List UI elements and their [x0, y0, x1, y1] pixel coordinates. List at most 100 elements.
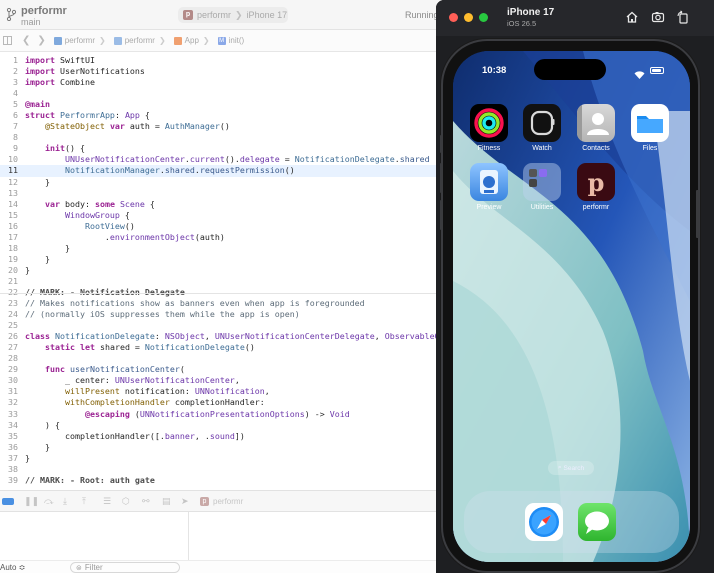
- device-name: iPhone 17: [507, 7, 555, 18]
- keyword: import: [25, 55, 55, 65]
- keyword: let: [79, 342, 95, 353]
- line-number: 1: [13, 55, 18, 65]
- breadcrumb-folder[interactable]: performr: [113, 36, 155, 45]
- line-number: 16: [8, 220, 18, 231]
- breadcrumb-label: init(): [228, 36, 245, 45]
- app-fitness[interactable]: Fitness: [470, 104, 508, 152]
- app-watch[interactable]: Watch: [523, 104, 561, 152]
- method-icon: M: [217, 36, 226, 45]
- property: shared: [164, 165, 195, 176]
- type-name: PerformrApp: [59, 110, 115, 121]
- scheme-selector[interactable]: p performr ❯ iPhone 17: [178, 7, 288, 23]
- environment-icon[interactable]: ⚯: [142, 497, 151, 506]
- close-button[interactable]: [449, 13, 458, 22]
- breadcrumb-file[interactable]: App: [173, 36, 199, 45]
- filter-input[interactable]: ⊜ Filter: [70, 562, 180, 573]
- volume-up-button[interactable]: [440, 163, 443, 193]
- variables-scope-select[interactable]: Auto ≎: [0, 563, 25, 572]
- home-search-button[interactable]: ⌕ Search: [548, 461, 594, 475]
- debug-target[interactable]: p performr: [200, 497, 243, 506]
- action-button[interactable]: [440, 135, 443, 153]
- fitness-icon: [470, 104, 508, 142]
- breadcrumb-project[interactable]: performr: [53, 36, 96, 45]
- step-over-icon[interactable]: ⤼: [44, 497, 54, 506]
- line-number: 10: [8, 154, 18, 165]
- punct: (: [179, 364, 185, 375]
- app-performr[interactable]: p performr: [577, 163, 615, 211]
- keyword: var: [44, 198, 60, 209]
- memory-graph-icon[interactable]: ⬡: [122, 497, 131, 506]
- line-number: 26: [8, 331, 18, 342]
- line-number: 3: [13, 77, 18, 88]
- code-text: init() {: [25, 143, 85, 154]
- view-hierarchy-icon[interactable]: ☰: [103, 497, 112, 506]
- keyword: struct: [25, 110, 55, 121]
- dock: [464, 491, 679, 553]
- code-text: class NotificationDelegate: NSObject, UN…: [25, 331, 455, 342]
- app-files[interactable]: Files: [631, 104, 669, 152]
- app-label: Fitness: [477, 145, 501, 152]
- keyword: var: [109, 121, 125, 132]
- back-arrow-icon[interactable]: ❮: [22, 35, 30, 46]
- related-items-icon[interactable]: [3, 36, 12, 45]
- app-utilities-folder[interactable]: Utilities: [523, 163, 561, 211]
- performr-app-icon: p: [577, 163, 615, 201]
- app-label: Preview: [476, 204, 502, 211]
- app-label: Files: [642, 145, 658, 152]
- code-text: withCompletionHandler completionHandler:: [25, 397, 265, 408]
- screenshot-icon[interactable]: [651, 10, 665, 24]
- filter-placeholder: Filter: [84, 563, 103, 572]
- utilities-folder-icon: [523, 163, 561, 201]
- code-text: struct PerformrApp: App {: [25, 110, 150, 121]
- method: environmentObject: [109, 231, 195, 242]
- step-out-icon[interactable]: ⤒: [82, 497, 91, 506]
- iphone-screen[interactable]: 10:38 Fitness Watch Contacts Files Previ…: [453, 51, 690, 562]
- home-indicator[interactable]: [533, 555, 611, 558]
- type-name: App: [124, 110, 140, 121]
- messages-icon[interactable]: [578, 503, 616, 541]
- debug-target-label: performr: [213, 497, 244, 506]
- breadcrumb-label: performr: [64, 36, 96, 45]
- method: current: [189, 154, 225, 165]
- step-into-icon[interactable]: ⤓: [63, 497, 72, 506]
- punct: =: [279, 154, 295, 165]
- pause-icon[interactable]: ❚❚: [24, 497, 39, 506]
- home-icon[interactable]: [625, 10, 639, 24]
- section-divider: [0, 293, 440, 294]
- run-status: Running: [405, 10, 439, 20]
- side-power-button[interactable]: [696, 190, 699, 238]
- console-toggle-icon[interactable]: [2, 498, 14, 505]
- project-name[interactable]: performr: [21, 5, 67, 17]
- app-label: performr: [582, 204, 610, 211]
- forward-arrow-icon[interactable]: ❯: [37, 35, 45, 46]
- simulate-location-icon[interactable]: ▤: [162, 497, 171, 506]
- folder-icon: [113, 36, 122, 45]
- punct: (): [284, 165, 295, 176]
- keyword: init: [44, 143, 65, 154]
- line-number: 13: [8, 187, 18, 198]
- type-name: NotificationDelegate: [54, 331, 155, 342]
- breadcrumb-symbol[interactable]: M init(): [217, 36, 245, 45]
- zoom-button[interactable]: [479, 13, 488, 22]
- app-preview[interactable]: Preview: [470, 163, 508, 211]
- code-text: static let shared = NotificationDelegate…: [25, 342, 255, 353]
- type-name: Void: [329, 408, 350, 419]
- line-number: 29: [8, 364, 18, 375]
- line-number: 37: [8, 452, 18, 463]
- app-contacts[interactable]: Contacts: [577, 104, 615, 152]
- volume-down-button[interactable]: [440, 200, 443, 230]
- safari-icon[interactable]: [525, 503, 563, 541]
- rotate-icon[interactable]: [676, 10, 690, 24]
- app-label: Utilities: [530, 204, 554, 211]
- scheme-device-name: iPhone 17: [246, 10, 288, 20]
- type-name: AuthManager: [164, 121, 220, 132]
- minimize-button[interactable]: [464, 13, 473, 22]
- location-arrow-icon[interactable]: ➤: [181, 497, 190, 506]
- line-number: 33: [8, 408, 18, 419]
- search-icon: ⌕: [557, 464, 562, 471]
- param-label: withCompletionHandler: [64, 397, 170, 408]
- performr-scheme-icon: p: [183, 10, 193, 20]
- line-number: 2: [13, 66, 18, 77]
